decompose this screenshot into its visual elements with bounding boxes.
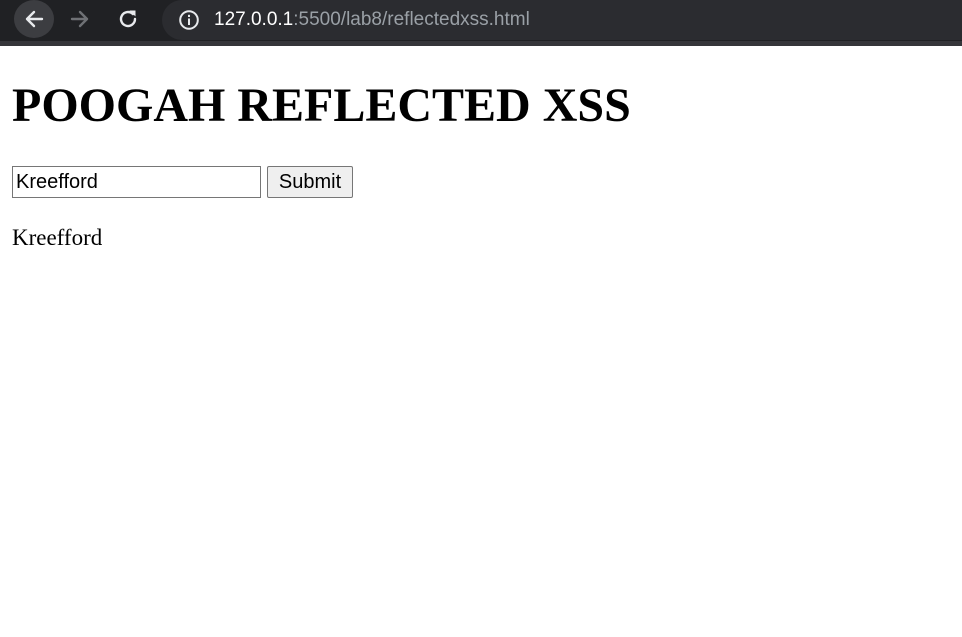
reload-icon [119,10,137,28]
forward-button[interactable] [60,1,100,37]
back-button[interactable] [14,0,54,38]
arrow-right-icon [70,10,89,28]
url-host: 127.0.0.1 [214,9,294,30]
info-icon[interactable] [178,9,200,31]
reflected-output: Kreefford [12,225,103,250]
submit-button[interactable]: Submit [267,166,353,198]
url-text[interactable]: 127.0.0.1:5500/lab8/reflectedxss.html [214,6,530,34]
arrow-left-icon [25,10,44,28]
browser-toolbar: 127.0.0.1:5500/lab8/reflectedxss.html [0,0,962,41]
page-content: POOGAH REFLECTED XSS Submit Kreefford [0,46,962,637]
url-path: :5500/lab8/reflectedxss.html [293,9,530,30]
page-title: POOGAH REFLECTED XSS [12,79,631,132]
reload-button[interactable] [108,1,148,37]
name-input[interactable] [12,166,261,198]
